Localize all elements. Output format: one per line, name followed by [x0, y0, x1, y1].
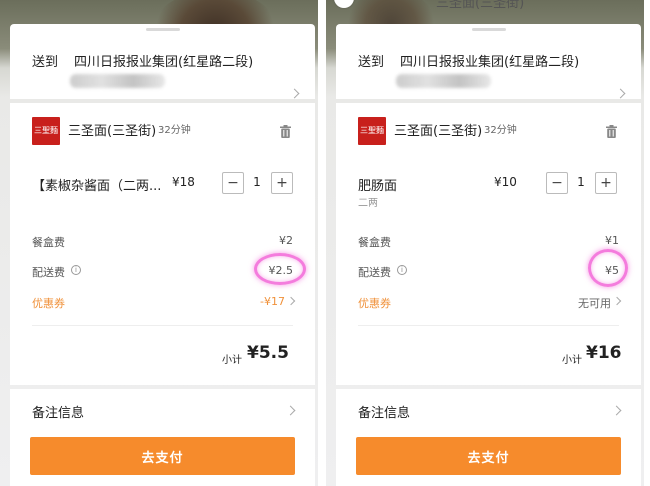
trash-icon[interactable]	[280, 125, 291, 138]
redacted-phone	[396, 74, 491, 88]
delivery-fee-label: 配送费	[358, 266, 391, 279]
info-icon[interactable]: i	[397, 265, 407, 275]
panel-gap	[318, 0, 326, 486]
quantity-value: 1	[253, 175, 261, 189]
delivery-fee-label: 配送费	[32, 266, 65, 279]
highlight-circle	[588, 249, 628, 287]
address-card[interactable]: 送到 四川日报报业集团(红星路二段)	[336, 24, 641, 99]
pay-area: 去支付	[336, 431, 641, 486]
address-label: 送到	[358, 55, 385, 70]
subtotal-value: ¥5.5	[247, 343, 289, 363]
drag-handle[interactable]	[146, 28, 180, 31]
order-panel-left: 送到 四川日报报业集团(红星路二段) 三聖麵 三圣面(三圣街) 32分钟 【素椒…	[0, 0, 318, 486]
box-fee-label: 餐盒费	[358, 236, 391, 249]
chevron-right-icon	[286, 296, 296, 306]
subtotal-label: 小计	[222, 355, 242, 366]
subtotal-value: ¥16	[586, 343, 622, 363]
subtotal-label: 小计	[562, 355, 582, 366]
coupon-label[interactable]: 优惠券	[358, 295, 391, 311]
order-card: 三聖麵 三圣面(三圣街) 32分钟 【素椒杂酱面（二两... ¥18 − 1 +…	[10, 103, 315, 385]
quantity-increase-button[interactable]: +	[271, 172, 293, 194]
shop-logo: 三聖麵	[358, 117, 386, 145]
chevron-right-icon	[611, 405, 622, 416]
address-label: 送到	[32, 55, 59, 70]
order-panel-right: 三圣面(三圣街) 送到 四川日报报业集团(红星路二段) 三聖麵 三圣面(三圣街)…	[326, 0, 644, 486]
drag-handle[interactable]	[472, 28, 506, 31]
order-card: 三聖麵 三圣面(三圣街) 32分钟 肥肠面 二两 ¥10 − 1 + 餐盒费 ¥…	[336, 103, 641, 385]
address-value: 四川日报报业集团(红星路二段)	[400, 55, 580, 70]
highlight-circle	[254, 253, 306, 285]
pay-button[interactable]: 去支付	[30, 437, 295, 475]
coupon-value[interactable]: -¥17	[260, 295, 285, 308]
redacted-phone	[70, 74, 165, 88]
quantity-decrease-button[interactable]: −	[222, 172, 244, 194]
item-spec: 二两	[358, 198, 378, 209]
divider	[32, 325, 293, 326]
box-fee-label: 餐盒费	[32, 236, 65, 249]
shop-name: 三圣面(三圣街)	[394, 124, 483, 139]
shop-logo-text: 三聖麵	[360, 126, 384, 135]
coupon-value[interactable]: 无可用	[578, 295, 611, 311]
box-fee-value: ¥2	[279, 234, 293, 247]
trash-icon[interactable]	[606, 125, 617, 138]
shop-name: 三圣面(三圣街)	[68, 124, 157, 139]
info-icon[interactable]: i	[71, 265, 81, 275]
address-card[interactable]: 送到 四川日报报业集团(红星路二段)	[10, 24, 315, 99]
pay-button[interactable]: 去支付	[356, 437, 621, 475]
chevron-right-icon	[289, 88, 300, 99]
item-name: 【素椒杂酱面（二两...	[32, 179, 162, 194]
item-name: 肥肠面	[358, 179, 398, 194]
item-price: ¥10	[494, 175, 517, 189]
address-value: 四川日报报业集团(红星路二段)	[74, 55, 254, 70]
quantity-decrease-button[interactable]: −	[546, 172, 568, 194]
coupon-label[interactable]: 优惠券	[32, 295, 65, 311]
chevron-right-icon	[615, 88, 626, 99]
box-fee-value: ¥1	[605, 234, 619, 247]
divider	[358, 325, 619, 326]
shop-logo-text: 三聖麵	[34, 126, 58, 135]
delivery-time: 32分钟	[158, 125, 191, 136]
shop-logo: 三聖麵	[32, 117, 60, 145]
quantity-increase-button[interactable]: +	[595, 172, 617, 194]
header-title: 三圣面(三圣街)	[436, 0, 525, 11]
chevron-right-icon	[612, 296, 622, 306]
pay-area: 去支付	[10, 431, 315, 486]
note-label: 备注信息	[32, 406, 85, 421]
note-row[interactable]: 备注信息	[336, 389, 641, 431]
note-label: 备注信息	[358, 406, 411, 421]
item-price: ¥18	[172, 175, 195, 189]
chevron-right-icon	[285, 405, 296, 416]
delivery-time: 32分钟	[484, 125, 517, 136]
quantity-value: 1	[577, 175, 585, 189]
note-row[interactable]: 备注信息	[10, 389, 315, 431]
